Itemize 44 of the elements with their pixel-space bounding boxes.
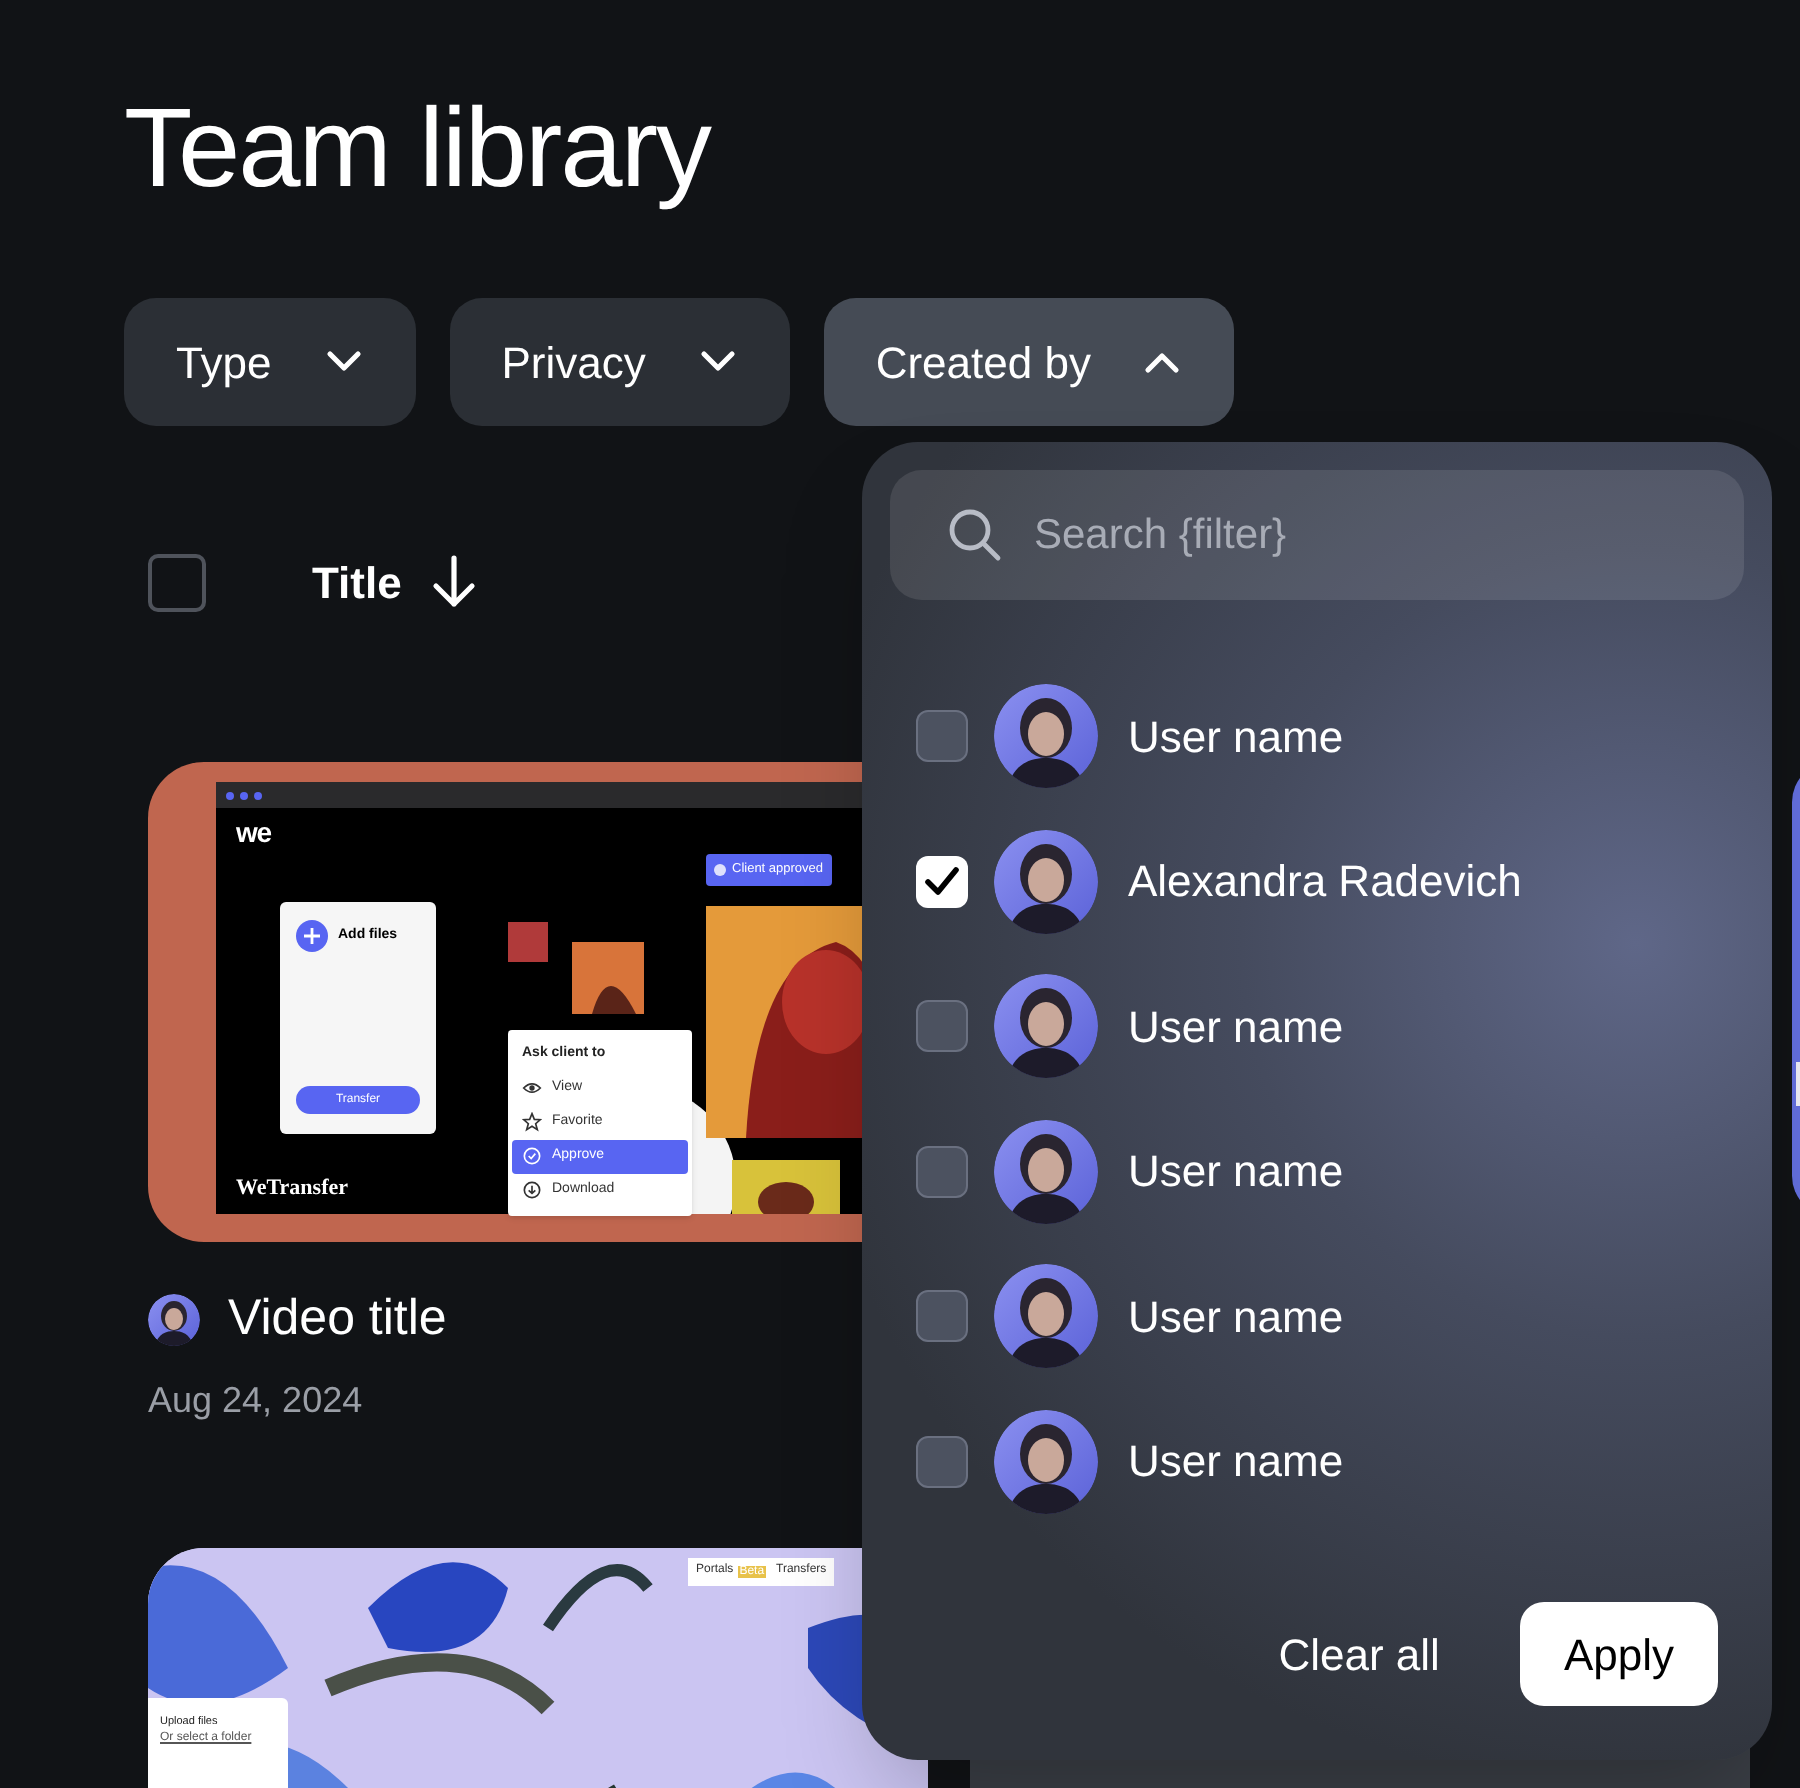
avatar-icon bbox=[994, 1119, 1098, 1224]
clear-all-button[interactable]: Clear all bbox=[1278, 1621, 1440, 1687]
checkbox[interactable] bbox=[916, 1435, 968, 1488]
checkbox[interactable] bbox=[916, 1000, 968, 1053]
user-name: User name bbox=[1128, 1289, 1344, 1346]
checkmark-icon bbox=[924, 865, 960, 898]
avatar-icon bbox=[994, 1264, 1098, 1369]
video-title: Video title bbox=[228, 1288, 447, 1350]
user-name: Alexandra Radevich bbox=[1128, 854, 1522, 911]
filter-button[interactable]: Type bbox=[124, 298, 416, 426]
apply-button[interactable]: Apply bbox=[1519, 1602, 1718, 1706]
chevron-down-icon bbox=[697, 350, 738, 374]
avatar-icon bbox=[994, 684, 1098, 789]
avatar-icon bbox=[994, 829, 1098, 934]
wordmark: WeTransfer bbox=[236, 1178, 349, 1200]
arrow-down-icon bbox=[429, 554, 478, 610]
search-icon bbox=[946, 506, 1002, 562]
filter-button[interactable]: Privacy bbox=[449, 298, 790, 426]
star-icon bbox=[522, 1112, 542, 1132]
user-name: User name bbox=[1128, 709, 1344, 766]
check-circle-icon bbox=[522, 1146, 542, 1166]
user-name: User name bbox=[1128, 1144, 1344, 1201]
avatar-icon bbox=[994, 1409, 1098, 1514]
checkbox[interactable] bbox=[916, 1290, 968, 1343]
select-all-checkbox[interactable] bbox=[148, 553, 206, 611]
chevron-down-icon bbox=[323, 350, 364, 374]
user-name: User name bbox=[1128, 999, 1344, 1056]
sort-button[interactable]: Title bbox=[312, 549, 478, 615]
user-option[interactable]: User name bbox=[862, 1389, 1772, 1534]
checkbox[interactable] bbox=[916, 710, 968, 763]
user-option[interactable]: User name bbox=[862, 1244, 1772, 1389]
logo: we bbox=[236, 818, 271, 846]
page-title: Team library bbox=[124, 82, 710, 214]
avatar-icon bbox=[994, 974, 1098, 1079]
video-date: Aug 24, 2024 bbox=[148, 1377, 363, 1424]
eye-icon bbox=[522, 1078, 542, 1098]
user-name: User name bbox=[1128, 1434, 1344, 1491]
download-icon bbox=[522, 1180, 542, 1200]
filter-button[interactable]: Created by bbox=[823, 298, 1235, 426]
checkbox[interactable] bbox=[916, 1145, 968, 1198]
chevron-up-icon bbox=[1142, 350, 1183, 374]
checkbox[interactable] bbox=[916, 855, 968, 908]
avatar-icon bbox=[148, 1293, 200, 1346]
plus-icon bbox=[296, 920, 328, 952]
